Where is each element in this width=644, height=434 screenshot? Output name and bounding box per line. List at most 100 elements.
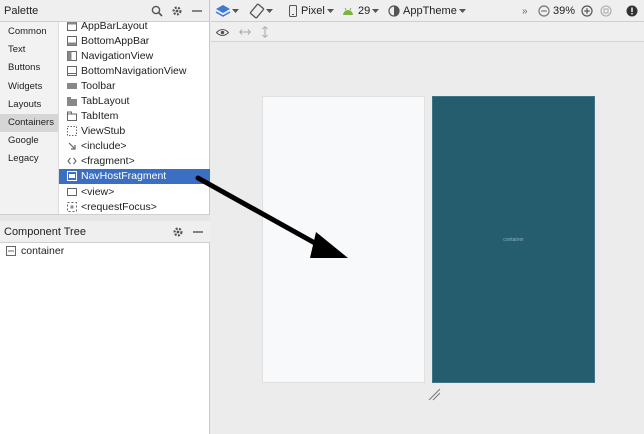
component-tree-title: Component Tree bbox=[4, 225, 86, 238]
component-tree-header: Component Tree bbox=[0, 221, 210, 243]
zoom-out-icon bbox=[538, 5, 550, 17]
theme-dropdown[interactable]: AppTheme bbox=[388, 0, 466, 22]
phone-icon bbox=[289, 5, 297, 17]
palette-title: Palette bbox=[4, 4, 39, 17]
tree-node-container[interactable]: container bbox=[0, 243, 210, 258]
palette-item-bottomnavigationview[interactable]: BottomNavigationView bbox=[59, 63, 210, 78]
error-icon bbox=[626, 5, 638, 17]
zoom-level: 39% bbox=[553, 5, 576, 17]
api-level-label: 29 bbox=[358, 5, 371, 17]
eye-icon[interactable] bbox=[216, 22, 229, 42]
palette-item-label: <view> bbox=[81, 185, 115, 198]
zoom-to-fit-button[interactable] bbox=[600, 0, 612, 22]
palette-item-label: BottomAppBar bbox=[81, 34, 150, 47]
search-icon[interactable] bbox=[149, 2, 165, 20]
category-text[interactable]: Text bbox=[0, 41, 58, 59]
palette-item-tabitem[interactable]: TabItem bbox=[59, 109, 210, 124]
palette-item-requestfocus[interactable]: <requestFocus> bbox=[59, 199, 210, 214]
gear-icon[interactable] bbox=[169, 2, 185, 20]
left-panels: Palette Common Text Buttons Widgets Layo… bbox=[0, 0, 210, 434]
bottomnav-icon bbox=[67, 65, 77, 76]
zoom-in-button[interactable] bbox=[581, 0, 593, 22]
api-level-dropdown[interactable]: 29 bbox=[342, 0, 380, 22]
layers-icon bbox=[215, 4, 231, 18]
blueprint-container-label: container bbox=[503, 237, 524, 243]
requestfocus-icon bbox=[67, 201, 77, 212]
design-subtoolbar bbox=[211, 22, 644, 42]
palette-item-bottomappbar[interactable]: BottomAppBar bbox=[59, 33, 210, 48]
palette-item-label: TabLayout bbox=[81, 95, 130, 108]
design-surface[interactable] bbox=[262, 96, 425, 383]
gear-icon[interactable] bbox=[170, 223, 186, 241]
palette-item-label: <include> bbox=[81, 140, 127, 153]
palette-item-label: NavHostFragment bbox=[81, 170, 167, 183]
palette-item-fragment[interactable]: <fragment> bbox=[59, 154, 210, 169]
zoom-out-button[interactable] bbox=[538, 0, 550, 22]
blueprint-surface[interactable]: container bbox=[432, 96, 595, 383]
palette-item-label: NavigationView bbox=[81, 49, 154, 62]
rotate-device-icon bbox=[249, 3, 265, 19]
resize-handle-icon[interactable] bbox=[427, 387, 441, 404]
palette-items: AppBarLayout BottomAppBar NavigationView… bbox=[59, 22, 210, 214]
palette-item-view[interactable]: <view> bbox=[59, 184, 210, 199]
view-icon bbox=[67, 187, 77, 197]
palette-item-label: ViewStub bbox=[81, 125, 126, 138]
device-dropdown[interactable]: Pixel bbox=[289, 0, 334, 22]
chevron-down-icon bbox=[266, 8, 273, 14]
appbar-icon bbox=[67, 22, 77, 31]
code-brackets-icon bbox=[67, 156, 77, 166]
palette-item-label: <fragment> bbox=[81, 155, 135, 168]
chevron-down-icon bbox=[372, 8, 380, 14]
category-buttons[interactable]: Buttons bbox=[0, 59, 58, 77]
palette-item-label: Toolbar bbox=[81, 79, 116, 92]
vertical-resize-icon[interactable] bbox=[261, 22, 269, 42]
panel-splitter[interactable] bbox=[0, 214, 210, 221]
palette-categories: Common Text Buttons Widgets Layouts Cont… bbox=[0, 22, 59, 214]
tablayout-icon bbox=[67, 96, 77, 107]
palette-item-navigationview[interactable]: NavigationView bbox=[59, 48, 210, 63]
palette-header: Palette bbox=[0, 0, 209, 22]
palette-item-navhostfragment[interactable]: NavHostFragment bbox=[59, 168, 210, 185]
category-legacy[interactable]: Legacy bbox=[0, 150, 58, 168]
chevron-down-icon bbox=[232, 8, 239, 14]
design-canvas[interactable]: container bbox=[211, 42, 644, 434]
theme-label: AppTheme bbox=[403, 5, 457, 17]
palette-item-include[interactable]: <include> bbox=[59, 139, 210, 154]
horizontal-resize-icon[interactable] bbox=[239, 22, 251, 42]
palette-item-appbarlayout[interactable]: AppBarLayout bbox=[59, 22, 210, 33]
palette-item-label: TabItem bbox=[81, 110, 119, 123]
zoom-in-icon bbox=[581, 5, 593, 17]
navhost-icon bbox=[67, 171, 77, 182]
warnings-button[interactable] bbox=[626, 0, 638, 22]
category-containers[interactable]: Containers bbox=[0, 113, 58, 133]
viewstub-icon bbox=[67, 126, 77, 137]
category-google[interactable]: Google bbox=[0, 132, 58, 150]
minimize-icon[interactable] bbox=[190, 223, 206, 241]
overflow-button[interactable]: » bbox=[522, 0, 528, 22]
android-icon bbox=[342, 7, 354, 16]
chevron-down-icon bbox=[326, 8, 334, 14]
component-tree-body: container bbox=[0, 243, 210, 258]
palette-item-label: <requestFocus> bbox=[81, 200, 157, 213]
minimize-icon[interactable] bbox=[189, 2, 205, 20]
palette-item-label: BottomNavigationView bbox=[81, 64, 187, 77]
category-common[interactable]: Common bbox=[0, 23, 58, 41]
design-toolbar: Pixel 29 AppTheme » 39% bbox=[211, 0, 644, 22]
palette-item-tablayout[interactable]: TabLayout bbox=[59, 93, 210, 108]
zoom-fit-icon bbox=[600, 5, 612, 17]
orientation-dropdown[interactable] bbox=[249, 0, 273, 22]
chevron-down-icon bbox=[458, 8, 466, 14]
palette-item-toolbar[interactable]: Toolbar bbox=[59, 78, 210, 93]
include-arrow-icon bbox=[67, 141, 77, 151]
tree-node-label: container bbox=[21, 244, 65, 257]
layers-dropdown[interactable] bbox=[215, 0, 239, 22]
palette-item-label: AppBarLayout bbox=[81, 22, 148, 32]
category-layouts[interactable]: Layouts bbox=[0, 96, 58, 114]
theme-icon bbox=[388, 5, 400, 17]
tabitem-icon bbox=[67, 111, 77, 122]
category-widgets[interactable]: Widgets bbox=[0, 78, 58, 96]
bottomappbar-icon bbox=[67, 35, 77, 46]
toolbar-icon bbox=[67, 81, 77, 91]
palette-item-viewstub[interactable]: ViewStub bbox=[59, 124, 210, 139]
layout-icon bbox=[6, 245, 16, 256]
